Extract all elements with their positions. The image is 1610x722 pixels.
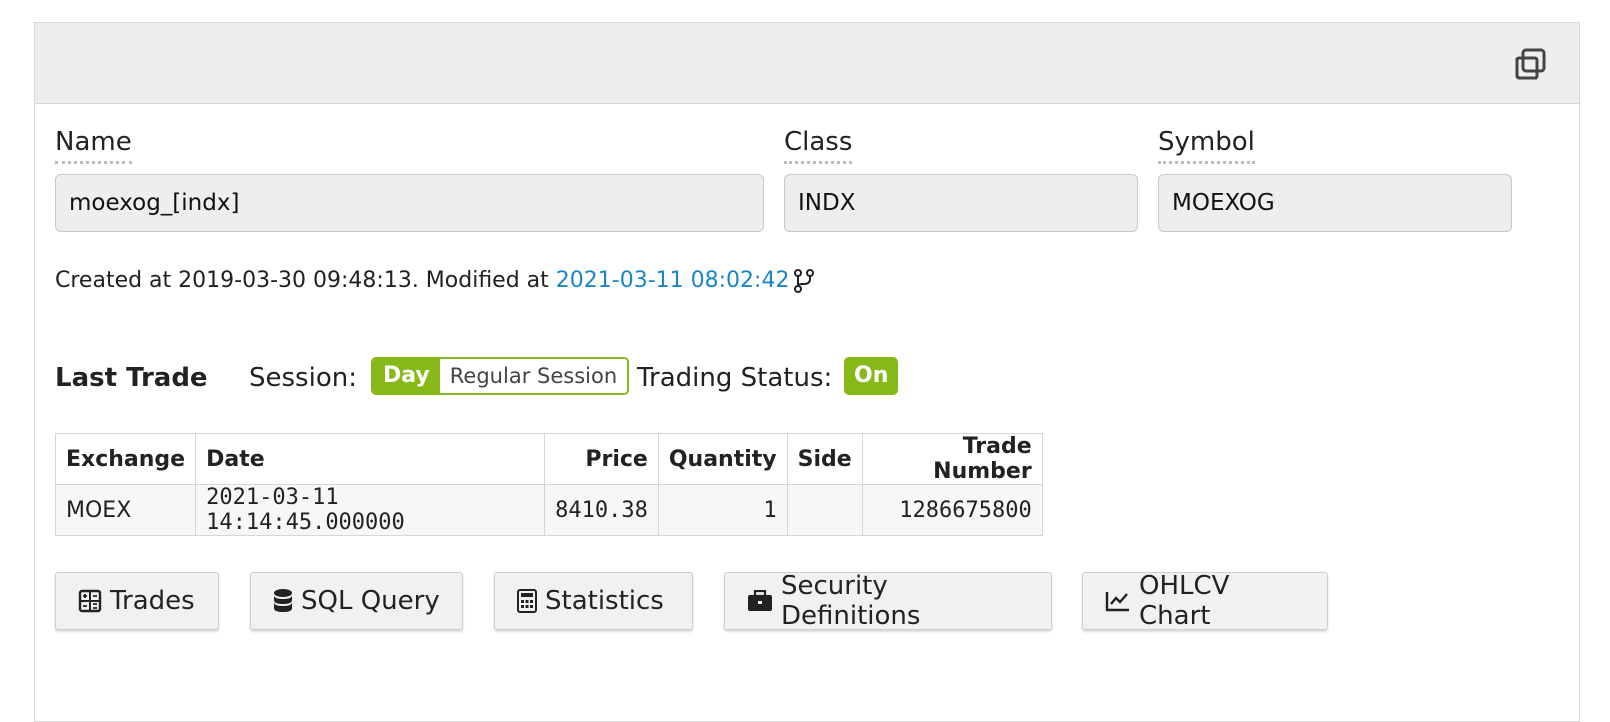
col-quantity: Quantity [657, 433, 788, 485]
statistics-button-label: Statistics [545, 586, 664, 616]
last-trade-heading: Last Trade [55, 363, 208, 393]
name-field[interactable] [55, 174, 764, 232]
created-modified-info: Created at 2019-03-30 09:48:13. Modified… [55, 268, 815, 293]
col-exchange: Exchange [54, 433, 197, 485]
col-price: Price [544, 433, 659, 485]
line-chart-icon [1105, 590, 1131, 612]
branch-icon[interactable] [793, 269, 815, 293]
session-day-badge: Day [373, 359, 440, 393]
trades-button[interactable]: Trades [55, 572, 219, 630]
trading-status-badge: On [844, 357, 899, 395]
cell-side [786, 484, 863, 536]
symbol-label: Symbol [1158, 127, 1255, 164]
briefcase-icon [747, 590, 773, 612]
ohlcv-chart-button-label: OHLCV Chart [1139, 571, 1230, 631]
symbol-field[interactable] [1158, 174, 1512, 232]
table-row: MOEX 2021-03-11 14:14:45.000000 8410.38 … [54, 484, 1043, 536]
class-field[interactable] [784, 174, 1138, 232]
table-header-row: Exchange Date Price Quantity Side Trade … [54, 433, 1043, 485]
sql-query-button-label: SQL Query [301, 586, 440, 616]
session-regular-badge: Regular Session [439, 359, 628, 393]
statistics-button[interactable]: Statistics [494, 572, 693, 630]
cell-quantity: 1 [657, 484, 788, 536]
ohlcv-chart-button[interactable]: OHLCV Chart [1082, 571, 1328, 631]
cell-trade-number: 1286675800 [861, 484, 1043, 536]
security-panel: Name Class Symbol Created at 2019-03-30 … [34, 22, 1580, 722]
cell-exchange: MOEX [54, 484, 197, 536]
session-label: Session: [249, 363, 357, 393]
col-trade-number: Trade Number [861, 433, 1043, 485]
panel-header [35, 23, 1579, 104]
security-definitions-button-label: Security Definitions [781, 571, 921, 631]
created-text: Created at 2019-03-30 09:48:13. Modified… [55, 268, 556, 293]
name-label: Name [55, 127, 132, 164]
class-label: Class [784, 127, 853, 164]
trading-status-label: Trading Status: [637, 363, 833, 393]
security-definitions-button[interactable]: Security Definitions [724, 571, 1052, 631]
trades-button-label: Trades [110, 586, 195, 616]
col-side: Side [786, 433, 863, 485]
database-icon [273, 588, 293, 614]
modified-link[interactable]: 2021-03-11 08:02:42 [556, 268, 790, 293]
calculator-icon [517, 589, 537, 613]
cell-date: 2021-03-11 14:14:45.000000 [195, 484, 546, 536]
cell-price: 8410.38 [544, 484, 659, 536]
col-date: Date [195, 433, 546, 485]
sql-query-button[interactable]: SQL Query [250, 572, 463, 630]
trades-icon [78, 589, 102, 613]
last-trade-table: Exchange Date Price Quantity Side Trade … [54, 433, 1043, 536]
copy-icon[interactable] [1513, 47, 1547, 81]
session-badge: Day Regular Session [371, 357, 630, 395]
